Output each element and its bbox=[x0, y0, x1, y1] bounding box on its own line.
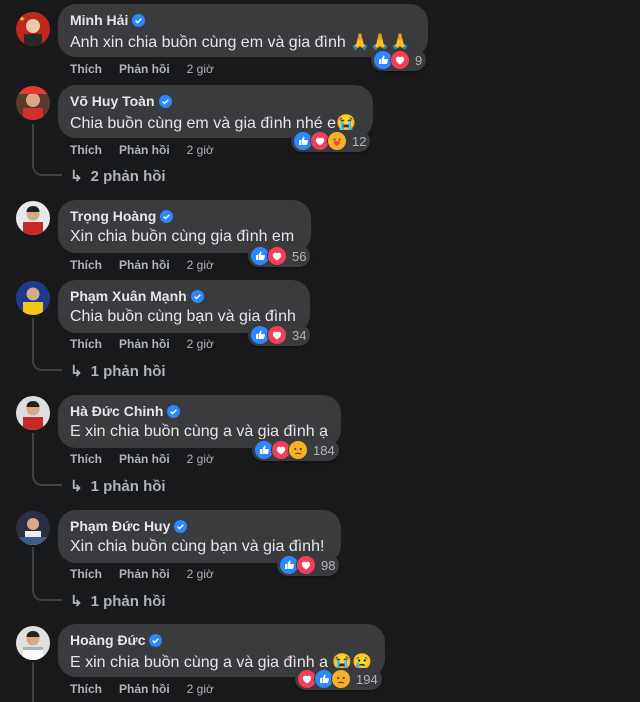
comment-bubble: Minh Hải Anh xin chia buồn cùng em và gi… bbox=[58, 4, 428, 57]
reply-arrow-icon: ↳ bbox=[70, 168, 83, 185]
thread-connector bbox=[32, 357, 62, 371]
verified-badge-icon bbox=[167, 404, 181, 418]
avatar[interactable] bbox=[16, 281, 50, 315]
reaction-count: 34 bbox=[292, 327, 307, 343]
comment-author[interactable]: Võ Huy Toàn bbox=[70, 93, 361, 109]
reply-arrow-icon: ↳ bbox=[70, 363, 83, 380]
reply-button[interactable]: Phản hồi bbox=[119, 62, 170, 76]
like-button[interactable]: Thích bbox=[70, 62, 102, 76]
avatar[interactable] bbox=[16, 511, 50, 545]
comment-timestamp[interactable]: 2 giờ bbox=[187, 337, 214, 351]
thread-line bbox=[32, 318, 34, 358]
view-replies-link[interactable]: ↳ 1 phản hồi bbox=[70, 477, 166, 496]
comment-timestamp[interactable]: 2 giờ bbox=[187, 258, 214, 272]
view-replies-link[interactable]: ↳ 1 phản hồi bbox=[70, 592, 166, 611]
comment-timestamp[interactable]: 2 giờ bbox=[187, 143, 214, 157]
verified-badge-icon bbox=[190, 289, 204, 303]
like-button[interactable]: Thích bbox=[70, 143, 102, 157]
love-icon bbox=[267, 325, 287, 345]
sad-icon bbox=[288, 440, 308, 460]
reaction-count: 98 bbox=[321, 557, 336, 573]
reaction-count: 194 bbox=[356, 671, 378, 687]
thread-line bbox=[32, 662, 34, 702]
reply-button[interactable]: Phản hồi bbox=[119, 567, 170, 581]
comment-actions: Thích Phản hồi 2 giờ bbox=[70, 337, 214, 351]
love-icon bbox=[267, 246, 287, 266]
verified-badge-icon bbox=[149, 633, 163, 647]
reaction-summary[interactable]: 12 bbox=[291, 130, 371, 152]
comment-actions: Thích Phản hồi 2 giờ bbox=[70, 682, 214, 696]
view-replies-link[interactable]: ↳ 2 phản hồi bbox=[70, 167, 166, 186]
comment-text: Anh xin chia buồn cùng em và gia đình 🙏🙏… bbox=[70, 34, 410, 51]
comment-actions: Thích Phản hồi 2 giờ bbox=[70, 143, 214, 157]
view-replies-link[interactable]: ↳ 1 phản hồi bbox=[70, 362, 166, 381]
comment-author[interactable]: Phạm Xuân Mạnh bbox=[70, 288, 298, 304]
reply-button[interactable]: Phản hồi bbox=[119, 143, 170, 157]
care-icon bbox=[327, 131, 347, 151]
like-button[interactable]: Thích bbox=[70, 258, 102, 272]
comment-timestamp[interactable]: 2 giờ bbox=[187, 567, 214, 581]
comment-author[interactable]: Minh Hải bbox=[70, 12, 416, 28]
avatar[interactable] bbox=[16, 12, 50, 46]
comment-author[interactable]: Phạm Đức Huy bbox=[70, 518, 329, 534]
reaction-summary[interactable]: 194 bbox=[295, 668, 382, 690]
comment-timestamp[interactable]: 2 giờ bbox=[187, 682, 214, 696]
reaction-summary[interactable]: 34 bbox=[248, 324, 311, 346]
like-button[interactable]: Thích bbox=[70, 567, 102, 581]
reaction-summary[interactable]: 98 bbox=[277, 554, 340, 576]
comment-actions: Thích Phản hồi 2 giờ bbox=[70, 62, 214, 76]
thread-connector bbox=[32, 472, 62, 486]
comment-author[interactable]: Hà Đức Chinh bbox=[70, 403, 329, 419]
love-icon bbox=[390, 50, 410, 70]
avatar[interactable] bbox=[16, 396, 50, 430]
reply-button[interactable]: Phản hồi bbox=[119, 452, 170, 466]
reaction-summary[interactable]: 9 bbox=[371, 49, 427, 71]
avatar[interactable] bbox=[16, 201, 50, 235]
thread-line bbox=[32, 124, 34, 164]
thread-line bbox=[32, 547, 34, 587]
comment-author[interactable]: Trọng Hoàng bbox=[70, 208, 299, 224]
reply-button[interactable]: Phản hồi bbox=[119, 337, 170, 351]
like-button[interactable]: Thích bbox=[70, 337, 102, 351]
reply-arrow-icon: ↳ bbox=[70, 593, 83, 610]
reply-arrow-icon: ↳ bbox=[70, 478, 83, 495]
like-button[interactable]: Thích bbox=[70, 682, 102, 696]
verified-badge-icon bbox=[158, 94, 172, 108]
reaction-summary[interactable]: 184 bbox=[252, 439, 339, 461]
sad-icon bbox=[331, 669, 351, 689]
comment-text: Xin chia buồn cùng gia đình em bbox=[70, 228, 295, 245]
comment-actions: Thích Phản hồi 2 giờ bbox=[70, 258, 214, 272]
thread-line bbox=[32, 433, 34, 473]
comment-timestamp[interactable]: 2 giờ bbox=[187, 62, 214, 76]
comment-timestamp[interactable]: 2 giờ bbox=[187, 452, 214, 466]
avatar[interactable] bbox=[16, 626, 50, 660]
verified-badge-icon bbox=[160, 209, 174, 223]
thread-connector bbox=[32, 162, 62, 176]
reaction-count: 12 bbox=[352, 133, 367, 149]
reaction-count: 9 bbox=[415, 52, 423, 68]
reply-button[interactable]: Phản hồi bbox=[119, 682, 170, 696]
thread-connector bbox=[32, 587, 62, 601]
love-icon bbox=[296, 555, 316, 575]
reaction-count: 184 bbox=[313, 442, 335, 458]
comment-actions: Thích Phản hồi 2 giờ bbox=[70, 452, 214, 466]
comment-author[interactable]: Hoàng Đức bbox=[70, 632, 373, 648]
like-button[interactable]: Thích bbox=[70, 452, 102, 466]
verified-badge-icon bbox=[132, 13, 146, 27]
verified-badge-icon bbox=[174, 519, 188, 533]
reaction-summary[interactable]: 56 bbox=[248, 245, 311, 267]
reaction-count: 56 bbox=[292, 248, 307, 264]
avatar[interactable] bbox=[16, 86, 50, 120]
comment-actions: Thích Phản hồi 2 giờ bbox=[70, 567, 214, 581]
reply-button[interactable]: Phản hồi bbox=[119, 258, 170, 272]
